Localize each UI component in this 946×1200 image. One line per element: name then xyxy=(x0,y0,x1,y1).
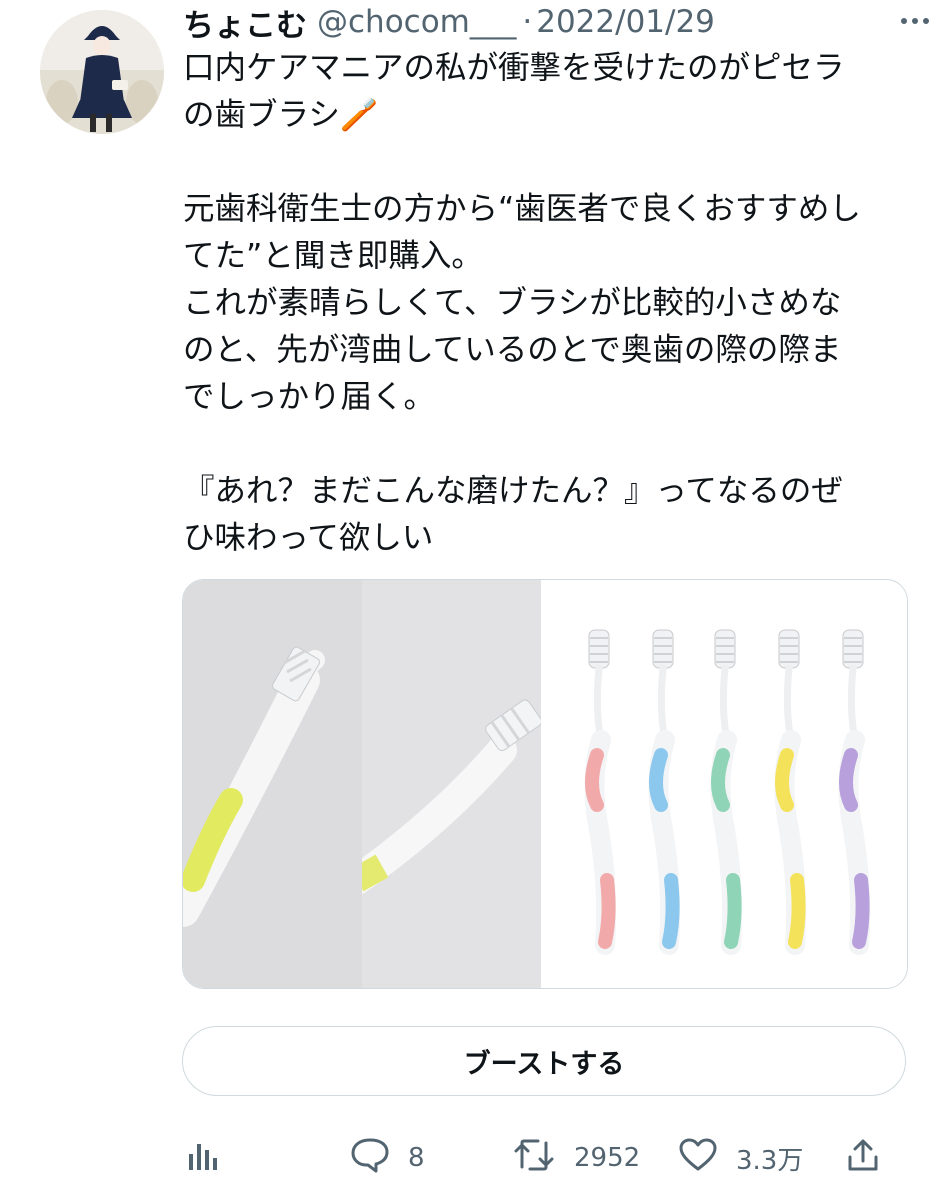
display-name[interactable]: ちょこむ xyxy=(183,0,307,45)
bar-chart-icon xyxy=(186,1138,220,1179)
tweet-text-line: でしっかり届く。 xyxy=(183,379,436,415)
tweet-header: ちょこむ @chocom___ · 2022/01/29 xyxy=(183,0,923,45)
tweet-text-line: これが素晴らしくて、ブラシが比較的小さめな xyxy=(183,285,842,321)
more-options-icon[interactable] xyxy=(900,6,930,36)
tweet-text-line: 口内ケアマニアの私が衝撃を受けたのがピセラ xyxy=(183,50,845,86)
speech-bubble-icon xyxy=(350,1137,390,1180)
media-photo-1[interactable] xyxy=(183,580,362,988)
media-grid xyxy=(182,579,908,989)
tweet-text-line: のと、先が湾曲しているのとで奥歯の際の際ま xyxy=(183,332,842,368)
like-button[interactable]: 3.3万 xyxy=(678,1130,803,1186)
like-count: 3.3万 xyxy=(736,1145,804,1176)
media-photo-2[interactable] xyxy=(362,580,541,988)
reply-button[interactable]: 8 xyxy=(350,1130,425,1186)
retweet-button[interactable]: 2952 xyxy=(512,1130,640,1186)
avatar[interactable] xyxy=(40,10,164,134)
analytics-button[interactable] xyxy=(186,1130,220,1186)
share-upload-icon xyxy=(846,1137,880,1180)
tweet-text-line xyxy=(183,139,913,186)
reply-count: 8 xyxy=(408,1143,425,1173)
heart-icon xyxy=(678,1137,718,1180)
tweet-date[interactable]: 2022/01/29 xyxy=(536,4,715,40)
tweet-text-line: 『あれ？まだこんな磨けたん？』ってなるのぜ xyxy=(183,473,843,509)
media-photo-3[interactable] xyxy=(541,580,907,988)
user-handle[interactable]: @chocom___ xyxy=(317,4,516,40)
retweet-count: 2952 xyxy=(574,1143,641,1173)
tweet-text: 口内ケアマニアの私が衝撃を受けたのがピセラ の歯ブラシ🪥 元歯科衛生士の方から“… xyxy=(183,45,913,562)
tweet-text-line: てた”と聞き即購入。 xyxy=(183,238,483,274)
tweet-text-line: の歯ブラシ🪥 xyxy=(183,97,380,133)
tweet-text-line xyxy=(183,421,913,468)
action-bar: 8 2952 3.3万 xyxy=(182,1130,906,1186)
separator-dot: · xyxy=(522,4,533,40)
avatar-image xyxy=(40,10,164,134)
retweet-icon xyxy=(512,1137,556,1180)
tweet-text-line: 元歯科衛生士の方から“歯医者で良くおすすめし xyxy=(183,191,861,227)
share-button[interactable] xyxy=(846,1130,880,1186)
tweet-text-line: ひ味わって欲しい xyxy=(183,520,434,556)
boost-button[interactable]: ブーストする xyxy=(182,1026,906,1096)
